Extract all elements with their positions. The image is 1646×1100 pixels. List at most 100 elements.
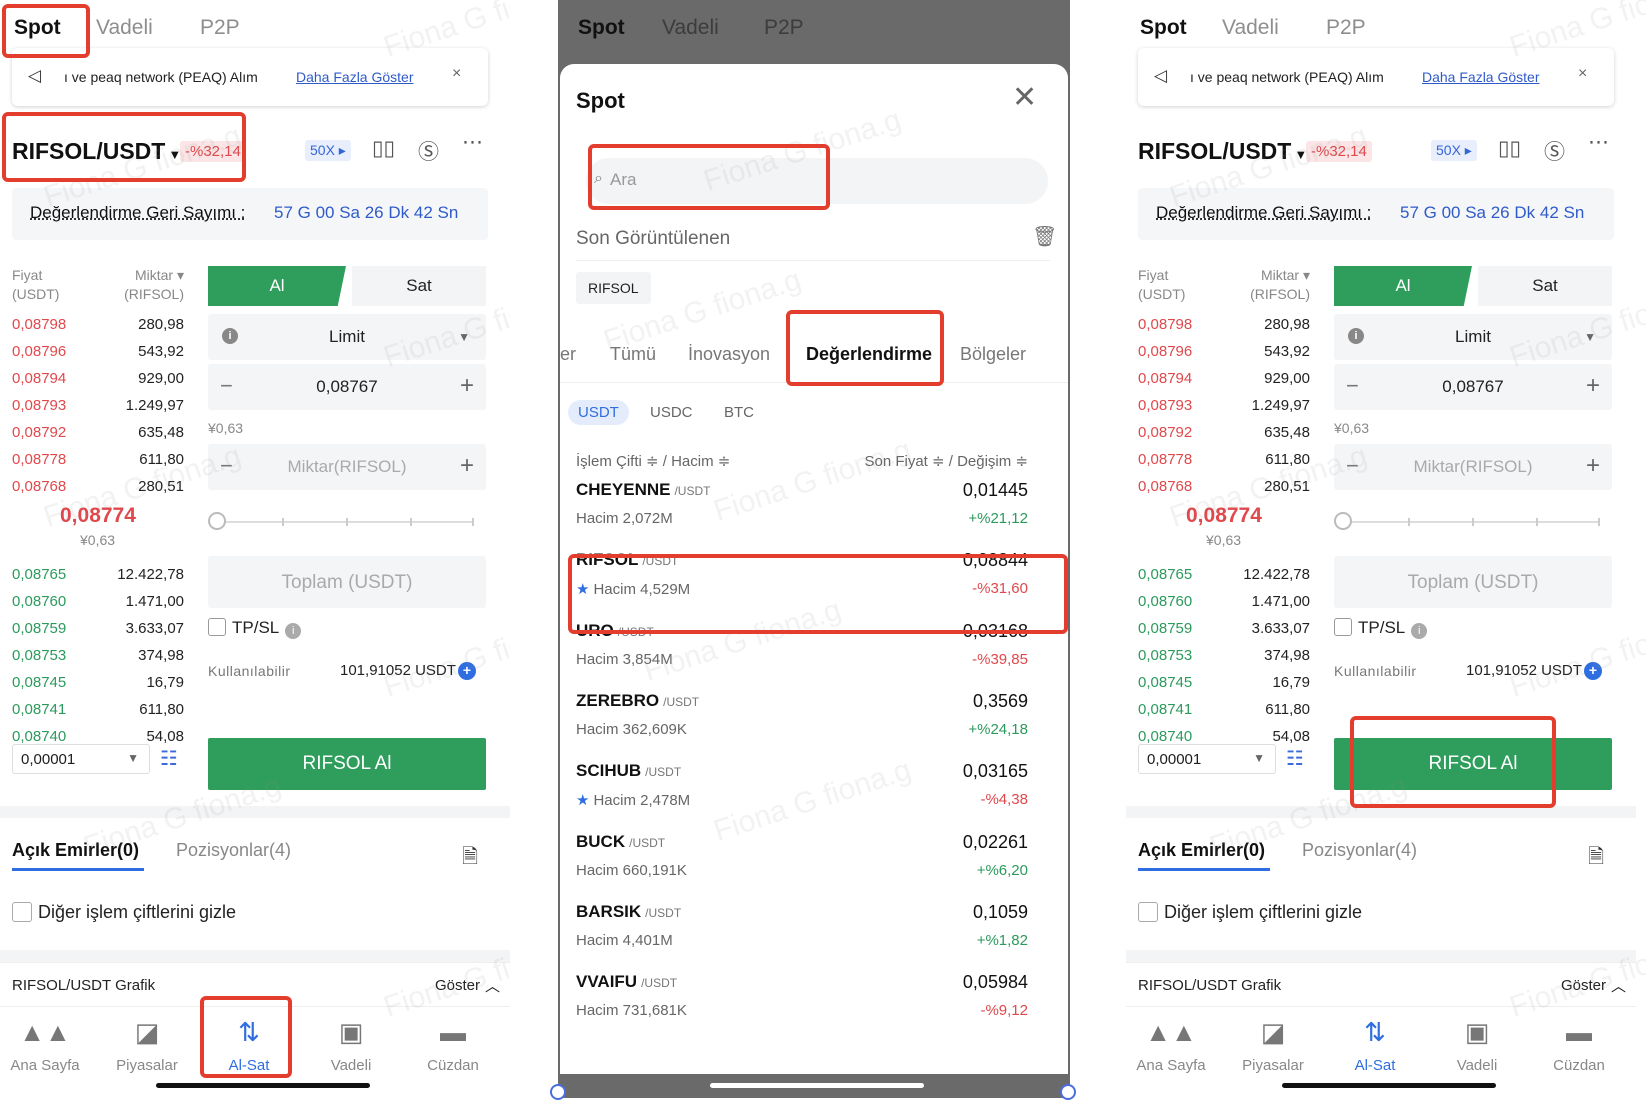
tab-vadeli[interactable]: Vadeli [662,16,719,40]
sell-tab[interactable]: Sat [1478,266,1612,306]
candlestick-icon[interactable]: ▯▯ [372,136,395,161]
order-type-select[interactable]: i Limit ▼ [1334,314,1612,360]
bid-row[interactable]: 0,08745 16,79 [12,674,184,700]
close-icon[interactable]: ✕ [1012,80,1037,115]
document-icon[interactable]: 🗎 [1588,842,1604,876]
amount-slider[interactable] [218,518,474,526]
bid-row[interactable]: 0,08765 12.422,78 [1138,566,1310,592]
bid-row[interactable]: 0,08753 374,98 [12,647,184,673]
nav-wallet[interactable]: ▬ Cüzdan [1534,1017,1624,1074]
nav-markets[interactable]: ◪ Piyasalar [1228,1017,1318,1074]
ask-row[interactable]: 0,08794 929,00 [1138,370,1310,396]
leverage-button[interactable]: 50X ▸ [305,140,351,161]
ask-row[interactable]: 0,08793 1.249,97 [1138,397,1310,423]
category-tab[interactable]: Bölgeler [960,344,1026,365]
bid-row[interactable]: 0,08760 1.471,00 [1138,593,1310,619]
more-icon[interactable]: ⋯ [1588,130,1609,155]
show-more-link[interactable]: Daha Fazla Göster [296,69,414,85]
trash-icon[interactable]: 🗑 [1032,224,1057,249]
market-row[interactable]: BUCK/USDT Hacim 660,191K 0,02261 +%6,20 [560,822,1068,892]
dollar-icon[interactable]: Ⓢ [418,136,439,166]
hide-checkbox[interactable] [1138,902,1158,922]
nav-futures[interactable]: ▣ Vadeli [306,1017,396,1074]
buy-submit-button[interactable]: RIFSOL Al [1334,738,1612,790]
amount-input[interactable]: − Miktar(RIFSOL) + [1334,444,1612,490]
nav-trade[interactable]: ⇅ Al-Sat [204,1017,294,1074]
nav-futures[interactable]: ▣ Vadeli [1432,1017,1522,1074]
close-icon[interactable]: × [452,65,461,83]
tab-positions[interactable]: Pozisyonlar(4) [176,840,291,861]
ask-row[interactable]: 0,08798 280,98 [1138,316,1310,342]
tab-p2p[interactable]: P2P [200,16,240,40]
ask-row[interactable]: 0,08796 543,92 [1138,343,1310,369]
category-tab[interactable]: Değerlendirme [806,344,932,365]
quote-filter[interactable]: USDT [568,400,629,425]
ask-row[interactable]: 0,08778 611,80 [12,451,184,477]
slider-handle[interactable] [1334,512,1352,530]
col-price-change[interactable]: Son Fiyat ≑ / Değişim ≑ [864,452,1028,470]
pair-selector[interactable]: RIFSOL/USDT ▼ [1138,138,1307,165]
plus-icon[interactable]: + [460,372,474,400]
tpsl-checkbox[interactable] [1334,618,1352,636]
amount-input[interactable]: − Miktar(RIFSOL) + [208,444,486,490]
bid-row[interactable]: 0,08741 611,80 [1138,701,1310,727]
quote-filter[interactable]: USDC [640,400,703,425]
market-row[interactable]: SCIHUB/USDT ★ Hacim 2,478M 0,03165 -%4,38 [560,751,1068,821]
leverage-button[interactable]: 50X ▸ [1431,140,1477,161]
nav-markets[interactable]: ◪ Piyasalar [102,1017,192,1074]
hide-checkbox[interactable] [12,902,32,922]
tab-vadeli[interactable]: Vadeli [96,16,153,40]
depth-step-select[interactable]: 0,00001 ▼ [12,744,150,774]
tpsl-checkbox[interactable] [208,618,226,636]
list-view-icon[interactable]: ☷ [1286,746,1304,771]
ask-row[interactable]: 0,08768 280,51 [12,478,184,504]
pair-selector[interactable]: RIFSOL/USDT ▼ [12,138,181,165]
category-tab[interactable]: er [560,344,576,365]
tab-open-orders[interactable]: Açık Emirler(0) [1138,840,1265,861]
recent-chip[interactable]: RIFSOL [576,272,651,304]
ask-row[interactable]: 0,08792 635,48 [12,424,184,450]
category-tab[interactable]: İnovasyon [688,344,770,365]
col-pair-volume[interactable]: İşlem Çifti ≑ / Hacim ≑ [576,452,730,470]
chart-bar[interactable]: RIFSOL/USDT Grafik Göster ︿ [0,962,510,1006]
info-icon[interactable]: i [285,623,302,639]
search-input[interactable]: ⌕ Ara [586,158,1048,204]
show-more-link[interactable]: Daha Fazla Göster [1422,69,1540,85]
tab-spot[interactable]: Spot [1140,16,1187,40]
plus-icon[interactable]: + [1586,452,1600,480]
more-icon[interactable]: ⋯ [462,130,483,155]
buy-submit-button[interactable]: RIFSOL Al [208,738,486,790]
market-row[interactable]: VVAIFU/USDT Hacim 731,681K 0,05984 -%9,1… [560,962,1068,1032]
bid-row[interactable]: 0,08760 1.471,00 [12,593,184,619]
order-type-select[interactable]: i Limit ▼ [208,314,486,360]
total-input[interactable]: Toplam (USDT) [1334,556,1612,608]
bid-row[interactable]: 0,08745 16,79 [1138,674,1310,700]
category-tab[interactable]: Tümü [610,344,656,365]
tab-spot[interactable]: Spot [578,16,625,40]
ask-row[interactable]: 0,08793 1.249,97 [12,397,184,423]
bid-row[interactable]: 0,08759 3.633,07 [12,620,184,646]
ask-row[interactable]: 0,08792 635,48 [1138,424,1310,450]
ask-row[interactable]: 0,08794 929,00 [12,370,184,396]
market-row[interactable]: BARSIK/USDT Hacim 4,401M 0,1059 +%1,82 [560,892,1068,962]
deposit-plus-icon[interactable]: + [457,662,476,680]
chart-bar[interactable]: RIFSOL/USDT Grafik Göster ︿ [1126,962,1636,1006]
orderbook-qty-header[interactable]: Miktar ▾ (RIFSOL) [118,266,184,304]
depth-step-select[interactable]: 0,00001 ▼ [1138,744,1276,774]
tab-open-orders[interactable]: Açık Emirler(0) [12,840,139,861]
plus-icon[interactable]: + [1586,372,1600,400]
candlestick-icon[interactable]: ▯▯ [1498,136,1521,161]
tab-vadeli[interactable]: Vadeli [1222,16,1279,40]
ask-row[interactable]: 0,08768 280,51 [1138,478,1310,504]
dollar-icon[interactable]: Ⓢ [1544,136,1565,166]
tab-p2p[interactable]: P2P [1326,16,1366,40]
ask-row[interactable]: 0,08778 611,80 [1138,451,1310,477]
sell-tab[interactable]: Sat [352,266,486,306]
list-view-icon[interactable]: ☷ [160,746,178,771]
bid-row[interactable]: 0,08741 611,80 [12,701,184,727]
amount-slider[interactable] [1344,518,1600,526]
tab-p2p[interactable]: P2P [764,16,804,40]
nav-home[interactable]: ▲▲ Ana Sayfa [1126,1017,1216,1074]
market-row[interactable]: ZEREBRO/USDT Hacim 362,609K 0,3569 +%24,… [560,681,1068,751]
plus-icon[interactable]: + [460,452,474,480]
